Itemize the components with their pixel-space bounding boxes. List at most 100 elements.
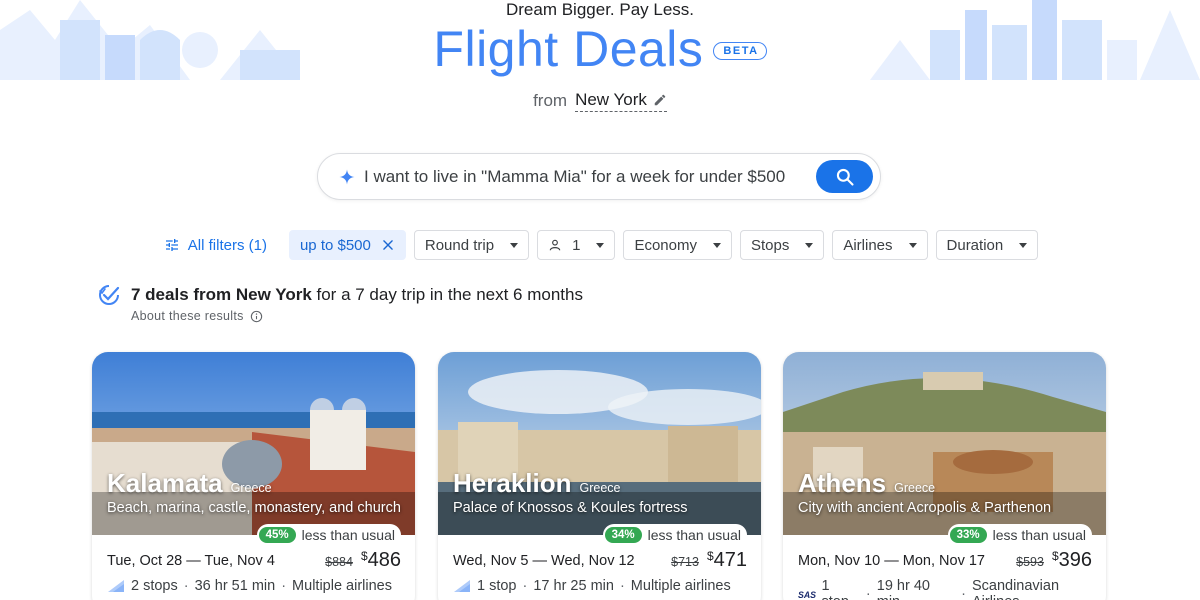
trip-type-label: Round trip (424, 236, 495, 254)
search-bar (317, 153, 881, 200)
deal-card[interactable]: Kalamata Greece Beach, marina, castle, m… (92, 352, 415, 600)
passengers-count: 1 (572, 236, 581, 254)
country-name: Greece (230, 481, 272, 495)
currency-symbol: $ (1051, 549, 1059, 563)
trip-dates: Mon, Nov 10 — Mon, Nov 17 (798, 553, 985, 569)
search-button[interactable] (816, 160, 873, 193)
close-icon[interactable] (381, 238, 395, 252)
tune-icon (165, 239, 178, 251)
destination-description: Palace of Knossos & Koules fortress (453, 500, 688, 516)
chevron-down-icon (712, 242, 721, 248)
search-input[interactable] (364, 166, 804, 187)
deal-card[interactable]: Athens Greece City with ancient Acropoli… (783, 352, 1106, 600)
price-block: $593 $396 (1016, 549, 1092, 572)
results-suffix: for a 7 day trip in the next 6 months (311, 285, 583, 304)
chevron-down-icon (1019, 242, 1028, 248)
person-icon (549, 239, 561, 251)
chevron-down-icon (908, 242, 917, 248)
separator-dot: · (961, 586, 966, 600)
discount-percent: 45% (258, 527, 296, 543)
city-name: Athens (798, 468, 887, 498)
about-results-label: About these results (131, 309, 244, 323)
flight-details: SAS 1 stop · 19 hr 40 min · Scandinavian… (798, 578, 1106, 600)
price-block: $884 $486 (325, 549, 401, 572)
origin-city-label: New York (575, 90, 647, 109)
deal-price-amount: 471 (713, 549, 747, 571)
trip-dates: Tue, Oct 28 — Tue, Nov 4 (107, 553, 275, 569)
duration-dropdown[interactable]: Duration (935, 230, 1039, 260)
original-price: $713 (671, 555, 699, 569)
stops-dropdown[interactable]: Stops (739, 230, 825, 260)
results-title: 7 deals from New York for a 7 day trip i… (131, 285, 583, 305)
deal-price: $486 (361, 549, 401, 572)
chevron-down-icon (510, 242, 519, 248)
airlines-label: Airlines (843, 236, 893, 254)
multiple-airlines-icon (108, 580, 124, 592)
about-results-link[interactable]: About these results (131, 309, 263, 323)
stops-count: 2 stops (131, 578, 178, 594)
flight-duration: 17 hr 25 min (533, 578, 614, 594)
results-heading: 7 deals from New York for a 7 day trip i… (97, 283, 583, 307)
separator-dot: · (281, 578, 287, 594)
separator-dot: · (865, 586, 871, 600)
flight-details: 2 stops · 36 hr 51 min · Multiple airlin… (107, 578, 392, 594)
currency-symbol: $ (706, 549, 714, 563)
original-price: $593 (1016, 555, 1044, 569)
destination-title: Heraklion Greece (453, 468, 621, 499)
sas-logo-text: SAS (798, 590, 816, 600)
passengers-dropdown[interactable]: 1 (537, 230, 616, 260)
country-name: Greece (894, 481, 936, 495)
search-icon (836, 168, 854, 186)
multiple-airlines-icon (454, 580, 470, 592)
results-count: 7 deals from New York (131, 285, 312, 304)
separator-dot: · (619, 578, 625, 594)
deal-price: $396 (1052, 549, 1092, 572)
stops-label: Stops (750, 236, 790, 254)
discount-badge: 34% less than usual (602, 524, 747, 546)
destination-description: City with ancient Acropolis & Parthenon (798, 500, 1052, 516)
airlines-dropdown[interactable]: Airlines (832, 230, 928, 260)
pencil-icon (654, 94, 666, 106)
flight-details: 1 stop · 17 hr 25 min · Multiple airline… (453, 578, 731, 594)
discount-badge: 45% less than usual (256, 524, 401, 546)
all-filters-button[interactable]: All filters (1) (162, 230, 281, 260)
duration-label: Duration (946, 236, 1004, 254)
airline-name: Multiple airlines (630, 578, 731, 594)
origin-prefix: from (533, 91, 568, 110)
deal-price-amount: 486 (367, 549, 401, 571)
filter-bar: All filters (1) up to $500 Round trip 1 … (0, 230, 1200, 260)
page-title: Flight Deals (433, 21, 704, 77)
country-name: Greece (579, 481, 621, 495)
separator-dot: · (522, 578, 528, 594)
trip-dates: Wed, Nov 5 — Wed, Nov 12 (453, 553, 635, 569)
flight-duration: 36 hr 51 min (194, 578, 276, 594)
stops-count: 1 stop (477, 578, 517, 594)
tagline: Dream Bigger. Pay Less. (505, 0, 695, 19)
airline-name: Scandinavian Airlines (971, 578, 1060, 600)
trip-type-dropdown[interactable]: Round trip (413, 230, 530, 260)
deal-card[interactable]: Heraklion Greece Palace of Knossos & Kou… (438, 352, 761, 600)
original-price: $884 (325, 555, 353, 569)
airline-name: Multiple airlines (292, 578, 392, 594)
origin-city-button[interactable]: New York (575, 90, 667, 112)
title-row: Flight Deals BETA (0, 20, 1200, 78)
discount-label: less than usual (301, 527, 395, 543)
cabin-dropdown[interactable]: Economy (623, 230, 732, 260)
currency-symbol: $ (360, 549, 368, 563)
destination-description: Beach, marina, castle, monastery, and ch… (107, 500, 401, 516)
all-filters-label: All filters (1) (187, 236, 267, 254)
stops-count: 1 stop (821, 578, 849, 600)
chevron-down-icon (596, 242, 605, 248)
price-filter-chip[interactable]: up to $500 (288, 230, 406, 260)
discount-percent: 34% (604, 527, 642, 543)
deal-price: $471 (707, 549, 747, 572)
flight-duration: 19 hr 40 min (876, 578, 930, 600)
destination-title: Kalamata Greece (107, 468, 272, 499)
discount-label: less than usual (647, 527, 741, 543)
separator-dot: · (183, 578, 189, 594)
city-name: Kalamata (107, 468, 223, 498)
price-block: $713 $471 (671, 549, 747, 572)
deal-price-amount: 396 (1058, 549, 1092, 571)
discount-label: less than usual (992, 527, 1086, 543)
sas-logo-icon: SAS (798, 590, 816, 600)
